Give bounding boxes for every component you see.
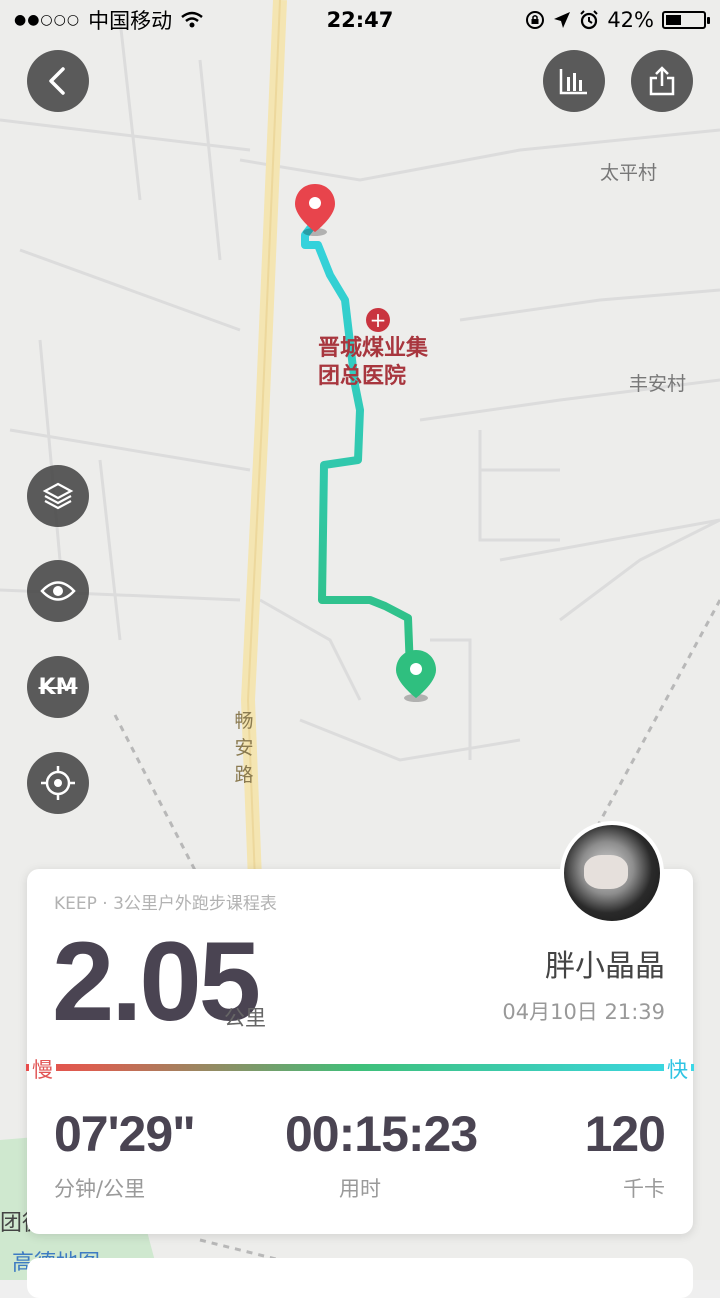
run-date: 04月10日 21:39 (502, 1000, 665, 1024)
battery-percent: 42% (607, 8, 654, 32)
fast-label: 快 (664, 1054, 691, 1084)
map-label-village: 丰安村 (629, 373, 687, 395)
distance-unit: 公里 (224, 1006, 266, 1030)
hospital-label: 晋城煤业集 团总医院 (318, 336, 429, 389)
signal-icon: ●●○○○ (14, 12, 81, 28)
avatar[interactable] (560, 821, 664, 925)
end-pin-icon[interactable] (292, 182, 338, 238)
bar-chart-icon (559, 69, 587, 95)
slow-label: 慢 (29, 1054, 56, 1084)
km-toggle-button[interactable]: KM (27, 656, 89, 718)
run-track (301, 218, 414, 674)
pace-stat: 07'29" 分钟/公里 (54, 1105, 196, 1203)
status-bar: ●●○○○ 中国移动 22:47 42% (0, 0, 720, 40)
back-button[interactable] (27, 50, 89, 112)
rotation-lock-icon (526, 11, 545, 29)
duration-value: 00:15:23 (285, 1106, 478, 1162)
course-source[interactable]: KEEP · 3公里户外跑步课程表 (54, 889, 277, 914)
eye-button[interactable] (27, 560, 89, 622)
hospital-icon: + (366, 308, 390, 332)
km-toggle-icon: KM (38, 674, 78, 700)
road-label: 畅 安 路 (234, 710, 254, 786)
alarm-icon (580, 10, 599, 30)
pace-label: 分钟/公里 (54, 1177, 146, 1201)
pace-gradient-bar (26, 1064, 694, 1071)
pace-value: 07'29" (54, 1106, 196, 1162)
share-button[interactable] (631, 50, 693, 112)
locate-button[interactable] (27, 752, 89, 814)
start-pin-icon[interactable] (393, 648, 439, 704)
user-name: 胖小晶晶 (545, 949, 665, 984)
duration-label: 用时 (339, 1177, 381, 1201)
calories-value: 120 (584, 1106, 666, 1162)
layers-button[interactable] (27, 465, 89, 527)
carrier-name: 中国移动 (88, 9, 173, 33)
calories-stat: 120 千卡 (584, 1105, 666, 1203)
back-arrow-icon (49, 67, 65, 95)
chart-button[interactable] (543, 50, 605, 112)
location-arrow-icon (554, 12, 571, 28)
avatar-photo (584, 855, 628, 889)
locate-icon (41, 766, 75, 800)
battery-icon (662, 11, 710, 29)
layers-icon (42, 482, 74, 510)
share-icon (649, 66, 675, 96)
next-card (27, 1258, 693, 1298)
map-label-village: 太平村 (600, 162, 658, 184)
wifi-icon (181, 11, 203, 28)
battery-level (666, 15, 681, 25)
eye-icon (40, 581, 76, 601)
calories-label: 千卡 (623, 1177, 665, 1201)
run-summary-card: KEEP · 3公里户外跑步课程表 2.05 公里 胖小晶晶 04月10日 21… (26, 869, 694, 1234)
duration-stat: 00:15:23 用时 (285, 1105, 478, 1203)
